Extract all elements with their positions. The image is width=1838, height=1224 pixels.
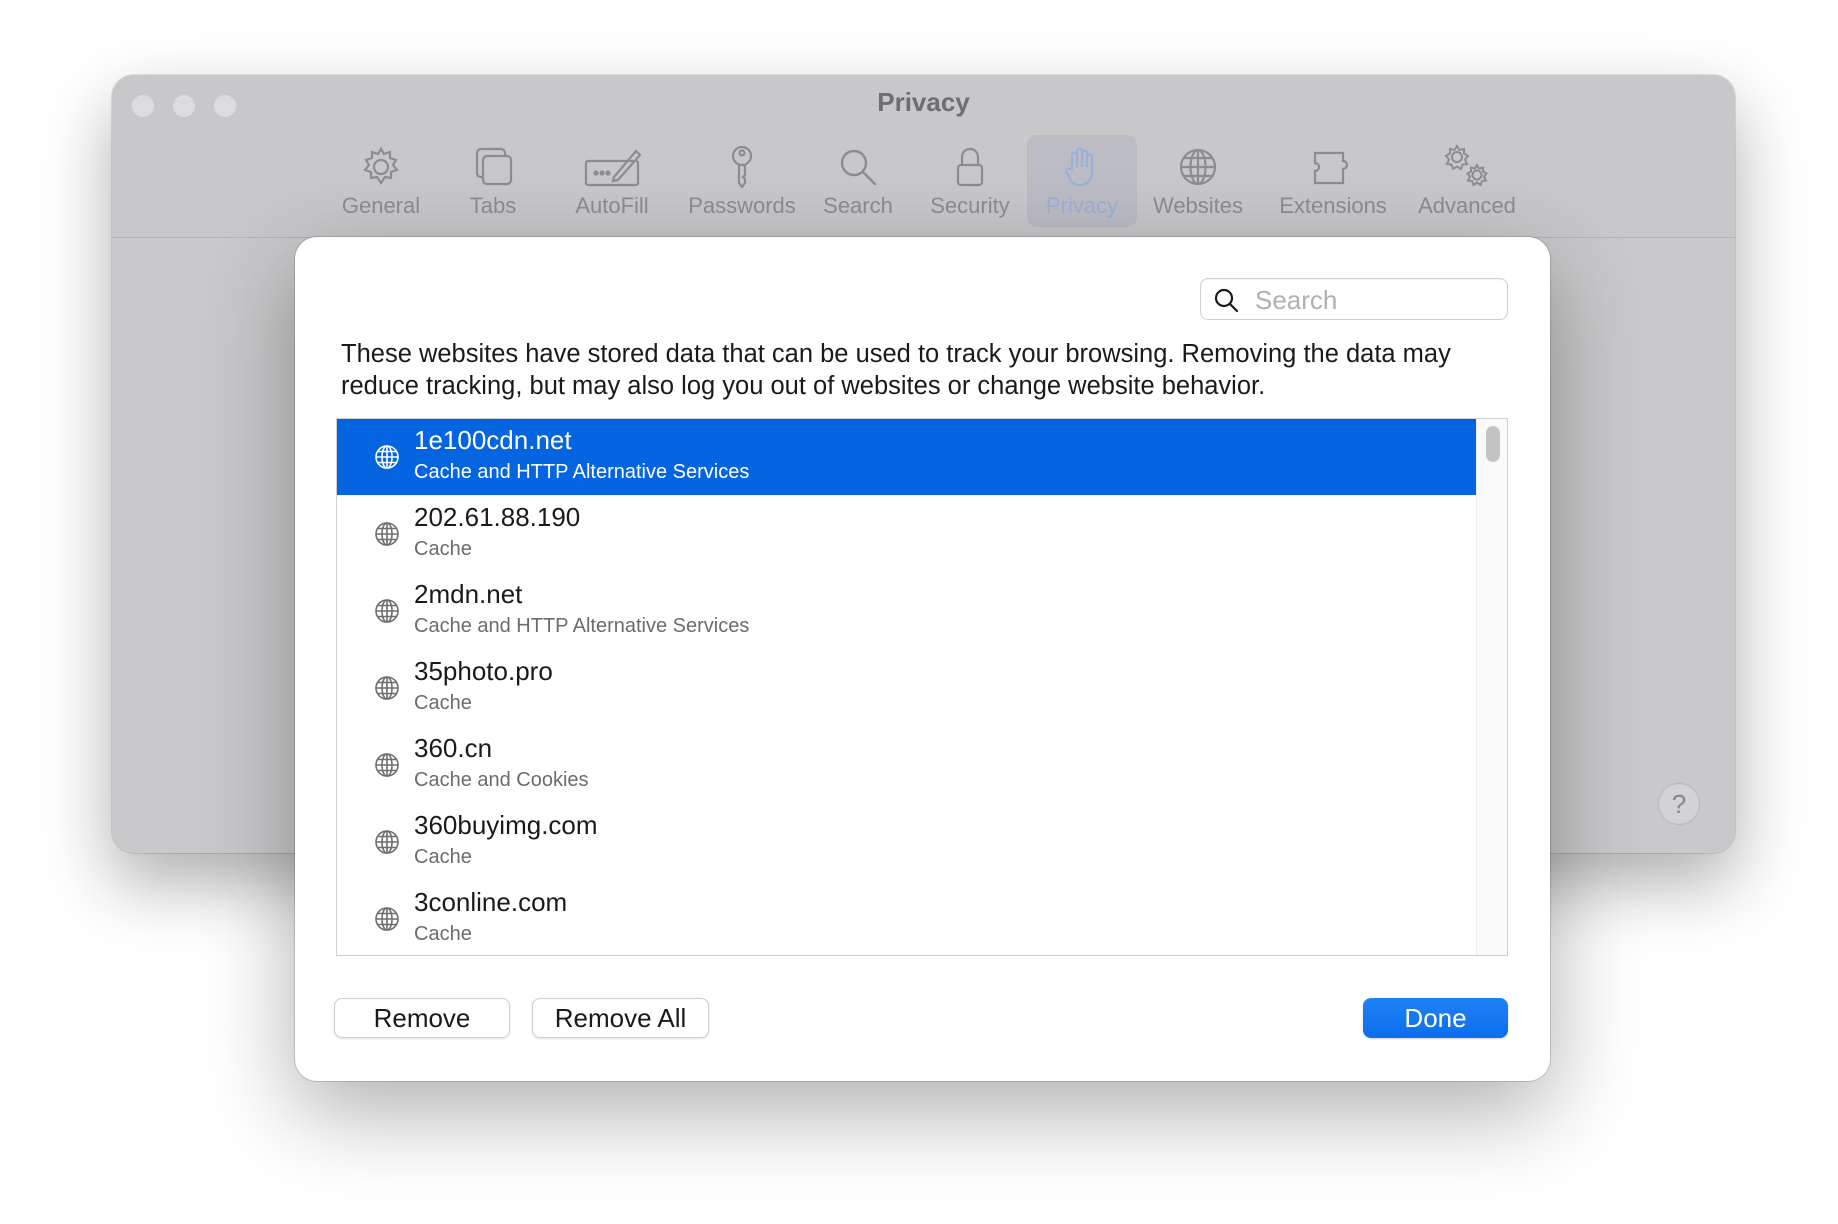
puzzle-icon: [1313, 151, 1349, 185]
website-name: 35photo.pro: [414, 656, 553, 686]
globe-icon: [373, 905, 401, 933]
toolbar-label: Privacy: [1045, 193, 1119, 218]
scrollbar[interactable]: [1476, 419, 1507, 955]
gears-icon: [1444, 144, 1489, 187]
preferences-toolbar: Privacy General Tabs AutoFill Passwords …: [112, 75, 1735, 238]
website-data-types: Cache and Cookies: [414, 769, 589, 791]
autofill-icon: [584, 149, 642, 187]
toolbar-tab-extensions[interactable]: Extensions: [1268, 135, 1398, 227]
website-row[interactable]: 3conline.com Cache: [337, 881, 1476, 955]
globe-icon: [373, 597, 401, 625]
website-data-types: Cache and HTTP Alternative Services: [414, 615, 750, 637]
website-data-types: Cache: [414, 692, 472, 714]
globe-icon: [1179, 148, 1217, 186]
toolbar-tab-websites[interactable]: Websites: [1146, 135, 1250, 227]
website-name: 2mdn.net: [414, 579, 523, 609]
website-data-sheet: These websites have stored data that can…: [295, 237, 1550, 1081]
website-row[interactable]: 1e100cdn.net Cache and HTTP Alternative S…: [337, 419, 1476, 495]
toolbar-label: Search: [823, 193, 893, 218]
toolbar-label: Extensions: [1279, 193, 1387, 218]
toolbar-label: Websites: [1152, 193, 1244, 218]
remove-all-button[interactable]: Remove All: [532, 998, 709, 1038]
window-title: Privacy: [877, 87, 970, 117]
search-icon: [1214, 288, 1239, 313]
help-button[interactable]: ?: [1658, 783, 1700, 825]
website-row[interactable]: 202.61.88.190 Cache: [337, 496, 1476, 572]
website-name: 1e100cdn.net: [414, 425, 572, 455]
website-row[interactable]: 360.cn Cache and Cookies: [337, 727, 1476, 803]
search-input[interactable]: [1253, 279, 1497, 321]
website-data-types: Cache and HTTP Alternative Services: [414, 461, 750, 483]
toolbar-tab-privacy[interactable]: Privacy: [1027, 135, 1137, 227]
key-icon: [731, 145, 753, 189]
toolbar-label: Security: [930, 193, 1010, 218]
website-list[interactable]: 1e100cdn.net Cache and HTTP Alternative S…: [336, 418, 1508, 956]
website-data-types: Cache: [414, 538, 472, 560]
toolbar-tab-autofill[interactable]: AutoFill: [556, 135, 668, 227]
toolbar-label: Tabs: [469, 193, 517, 218]
website-name: 202.61.88.190: [414, 502, 581, 532]
website-name: 360.cn: [414, 733, 493, 763]
hand-icon: [1064, 147, 1094, 187]
search-field[interactable]: [1200, 278, 1508, 321]
toolbar-tab-general[interactable]: General: [326, 135, 436, 227]
website-data-types: Cache: [414, 923, 472, 945]
globe-icon: [373, 443, 401, 471]
toolbar-label: AutoFill: [575, 193, 649, 218]
toolbar-label: Passwords: [688, 193, 796, 218]
toolbar-tab-advanced[interactable]: Advanced: [1408, 135, 1526, 227]
toolbar-label: Advanced: [1418, 193, 1516, 218]
remove-button[interactable]: Remove: [334, 998, 510, 1038]
website-row[interactable]: 35photo.pro Cache: [337, 650, 1476, 726]
description-text: These websites have stored data that can…: [341, 340, 1451, 400]
website-data-types: Cache: [414, 846, 472, 868]
website-row[interactable]: 2mdn.net Cache and HTTP Alternative Servi…: [337, 573, 1476, 649]
website-name: 3conline.com: [414, 887, 568, 917]
done-button[interactable]: Done: [1363, 998, 1508, 1038]
scrollbar-thumb[interactable]: [1486, 426, 1500, 462]
globe-icon: [373, 828, 401, 856]
website-row[interactable]: 360buyimg.com Cache: [337, 804, 1476, 880]
toolbar-tab-passwords[interactable]: Passwords: [674, 135, 810, 227]
tabs-icon: [475, 147, 513, 186]
toolbar-tab-search[interactable]: Search: [808, 135, 908, 227]
lock-icon: [956, 147, 984, 187]
search-icon: [840, 149, 877, 186]
toolbar-label: General: [341, 193, 421, 218]
globe-icon: [373, 751, 401, 779]
website-name: 360buyimg.com: [414, 810, 598, 840]
gear-icon: [363, 146, 399, 185]
globe-icon: [373, 674, 401, 702]
globe-icon: [373, 520, 401, 548]
toolbar-tab-tabs[interactable]: Tabs: [448, 135, 538, 227]
toolbar-tab-security[interactable]: Security: [918, 135, 1022, 227]
